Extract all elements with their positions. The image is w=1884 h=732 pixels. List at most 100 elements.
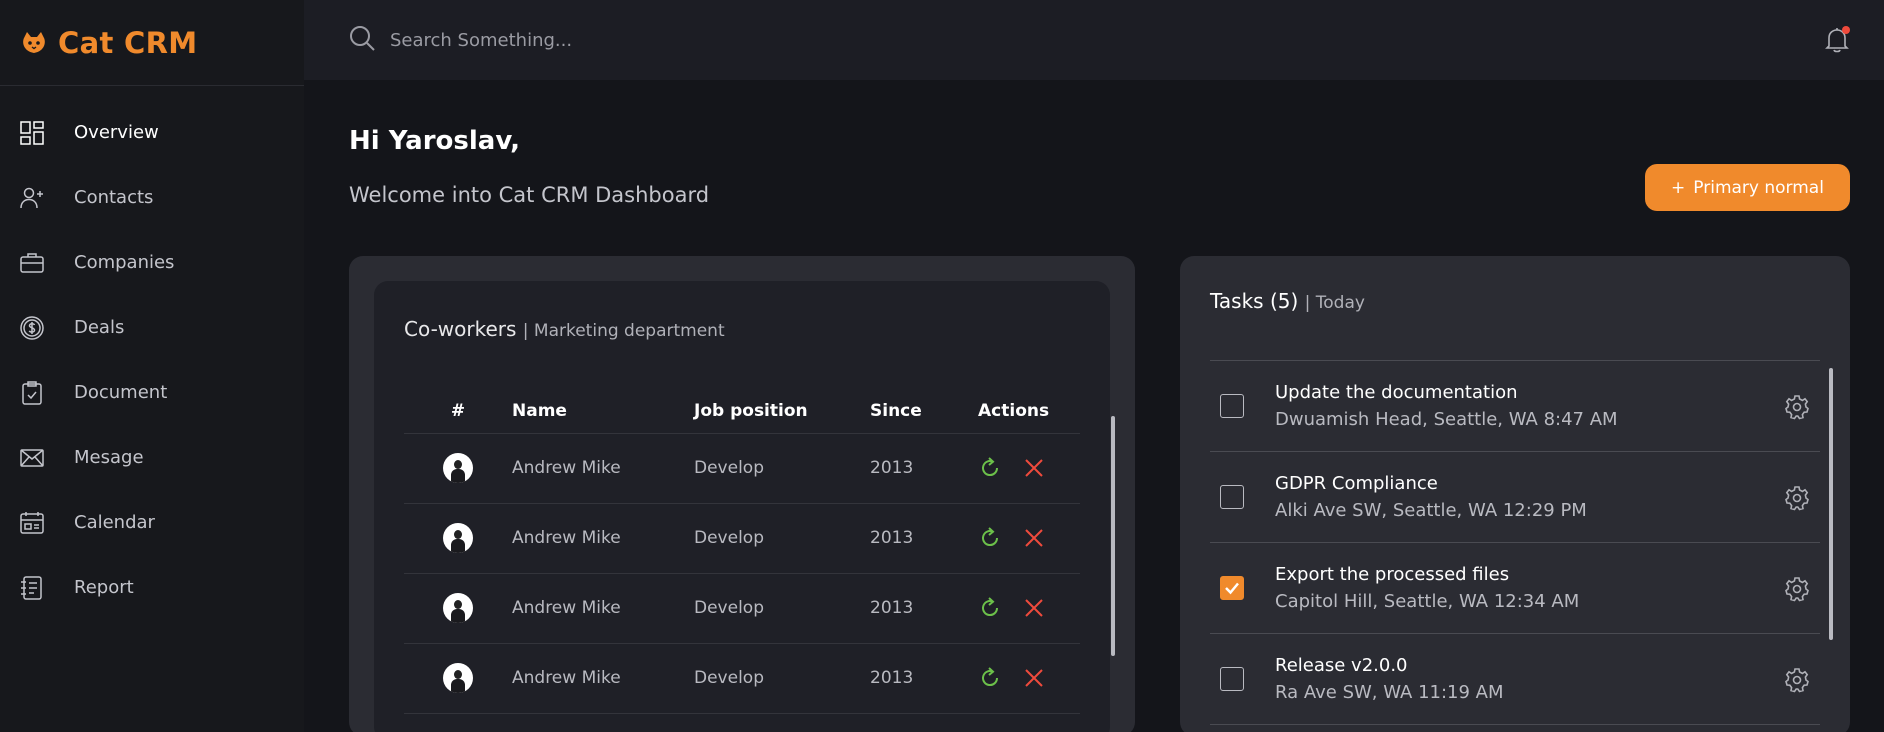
search-input[interactable] (390, 29, 990, 51)
refresh-icon[interactable] (978, 596, 1002, 620)
grid-icon (18, 119, 46, 147)
sidebar-item-label: Companies (74, 252, 175, 273)
coworkers-subtitle: | Marketing department (522, 321, 725, 341)
sidebar-item-label: Overview (74, 122, 159, 143)
task-item[interactable]: GDPR Compliance Alki Ave SW, Seattle, WA… (1210, 452, 1820, 543)
sidebar-item-document[interactable]: Document (0, 360, 304, 425)
search-icon[interactable] (348, 24, 376, 56)
gear-icon[interactable] (1784, 394, 1810, 420)
task-title: GDPR Compliance (1275, 473, 1438, 494)
refresh-icon[interactable] (978, 666, 1002, 690)
coworkers-card: Co-workers | Marketing department # Name… (349, 256, 1135, 732)
delete-icon[interactable] (1022, 666, 1046, 690)
task-meta: Capitol Hill, Seattle, WA 12:34 AM (1275, 591, 1580, 612)
plus-icon: + (1671, 177, 1686, 198)
cell-since: 2013 (870, 503, 978, 574)
column-header: Since (870, 389, 978, 434)
task-meta: Dwuamish Head, Seattle, WA 8:47 AM (1275, 409, 1618, 430)
cell-job: Develop (694, 643, 870, 714)
cat-logo-icon (20, 29, 48, 57)
sidebar-item-calendar[interactable]: Calendar (0, 490, 304, 555)
brand[interactable]: Cat CRM (0, 0, 304, 86)
envelope-icon (18, 444, 46, 472)
cell-since: 2013 (870, 643, 978, 714)
bell-icon (1824, 28, 1850, 58)
checkmark-icon (1225, 582, 1239, 595)
sidebar-item-deals[interactable]: Deals (0, 295, 304, 360)
column-header: Actions (978, 389, 1080, 434)
dollar-icon (18, 314, 46, 342)
task-checkbox[interactable] (1220, 485, 1244, 509)
sidebar-item-report[interactable]: Report (0, 555, 304, 620)
delete-icon[interactable] (1022, 596, 1046, 620)
task-title: Update the documentation (1275, 382, 1518, 403)
task-title: Release v2.0.0 (1275, 655, 1408, 676)
sidebar-item-label: Mesage (74, 447, 144, 468)
sidebar-item-message[interactable]: Mesage (0, 425, 304, 490)
cell-name: Andrew Mike (512, 643, 694, 714)
cell-name: Andrew Mike (512, 573, 694, 644)
sidebar-nav: Overview Contacts Companies Deals Docume… (0, 86, 304, 620)
report-icon (18, 574, 46, 602)
refresh-icon[interactable] (978, 456, 1002, 480)
tasks-title: Tasks (5) (1210, 289, 1299, 313)
coworkers-title: Co-workers (404, 317, 517, 341)
delete-icon[interactable] (1022, 526, 1046, 550)
table-row[interactable]: Andrew Mike Develop 2013 (404, 573, 1080, 644)
delete-icon[interactable] (1022, 456, 1046, 480)
briefcase-icon (18, 249, 46, 277)
task-item[interactable]: Release v2.0.0 Ra Ave SW, WA 11:19 AM (1210, 634, 1820, 725)
cell-job: Develop (694, 433, 870, 504)
gear-icon[interactable] (1784, 667, 1810, 693)
gear-icon[interactable] (1784, 576, 1810, 602)
task-item[interactable]: Export the processed files Capitol Hill,… (1210, 543, 1820, 634)
sidebar-item-overview[interactable]: Overview (0, 100, 304, 165)
refresh-icon[interactable] (978, 526, 1002, 550)
task-checkbox[interactable] (1220, 667, 1244, 691)
coworkers-panel: Co-workers | Marketing department # Name… (374, 281, 1115, 732)
task-list: Update the documentation Dwuamish Head, … (1210, 360, 1820, 725)
primary-button-label: Primary normal (1693, 177, 1824, 198)
cell-name: Andrew Mike (512, 503, 694, 574)
task-meta: Alki Ave SW, Seattle, WA 12:29 PM (1275, 500, 1587, 521)
tasks-card: Tasks (5) | Today Update the documentati… (1180, 256, 1850, 732)
table-header-row: # Name Job position Since Actions (404, 389, 1080, 434)
task-checkbox[interactable] (1220, 394, 1244, 418)
cell-name: Andrew Mike (512, 433, 694, 504)
coworkers-header: Co-workers | Marketing department (404, 317, 725, 341)
sidebar-item-label: Document (74, 382, 168, 403)
notification-dot (1842, 26, 1850, 34)
tasks-scrollbar[interactable] (1829, 368, 1833, 640)
sidebar-item-label: Contacts (74, 187, 154, 208)
coworkers-table: # Name Job position Since Actions Andrew… (404, 389, 1080, 714)
sidebar-item-label: Calendar (74, 512, 155, 533)
avatar[interactable] (443, 593, 473, 623)
avatar[interactable] (443, 663, 473, 693)
table-row[interactable]: Andrew Mike Develop 2013 (404, 503, 1080, 574)
cell-since: 2013 (870, 573, 978, 644)
cell-since: 2013 (870, 433, 978, 504)
user-plus-icon (18, 184, 46, 212)
table-row[interactable]: Andrew Mike Develop 2013 (404, 643, 1080, 714)
primary-button[interactable]: + Primary normal (1645, 164, 1850, 211)
sidebar-item-label: Report (74, 577, 134, 598)
clipboard-check-icon (18, 379, 46, 407)
column-header: Job position (694, 389, 870, 434)
calendar-icon (18, 509, 46, 537)
greeting-title: Hi Yaroslav, (349, 126, 521, 156)
table-row[interactable]: Andrew Mike Develop 2013 (404, 433, 1080, 504)
task-item[interactable]: Update the documentation Dwuamish Head, … (1210, 361, 1820, 452)
sidebar-item-contacts[interactable]: Contacts (0, 165, 304, 230)
avatar[interactable] (443, 453, 473, 483)
avatar[interactable] (443, 523, 473, 553)
cell-job: Develop (694, 503, 870, 574)
gear-icon[interactable] (1784, 485, 1810, 511)
column-header: Name (512, 389, 694, 434)
sidebar-item-companies[interactable]: Companies (0, 230, 304, 295)
task-meta: Ra Ave SW, WA 11:19 AM (1275, 682, 1504, 703)
coworkers-scrollbar[interactable] (1111, 416, 1115, 656)
column-header: # (404, 389, 512, 434)
brand-name: Cat CRM (58, 25, 198, 60)
notification-button[interactable] (1824, 26, 1850, 54)
task-checkbox[interactable] (1220, 576, 1244, 600)
